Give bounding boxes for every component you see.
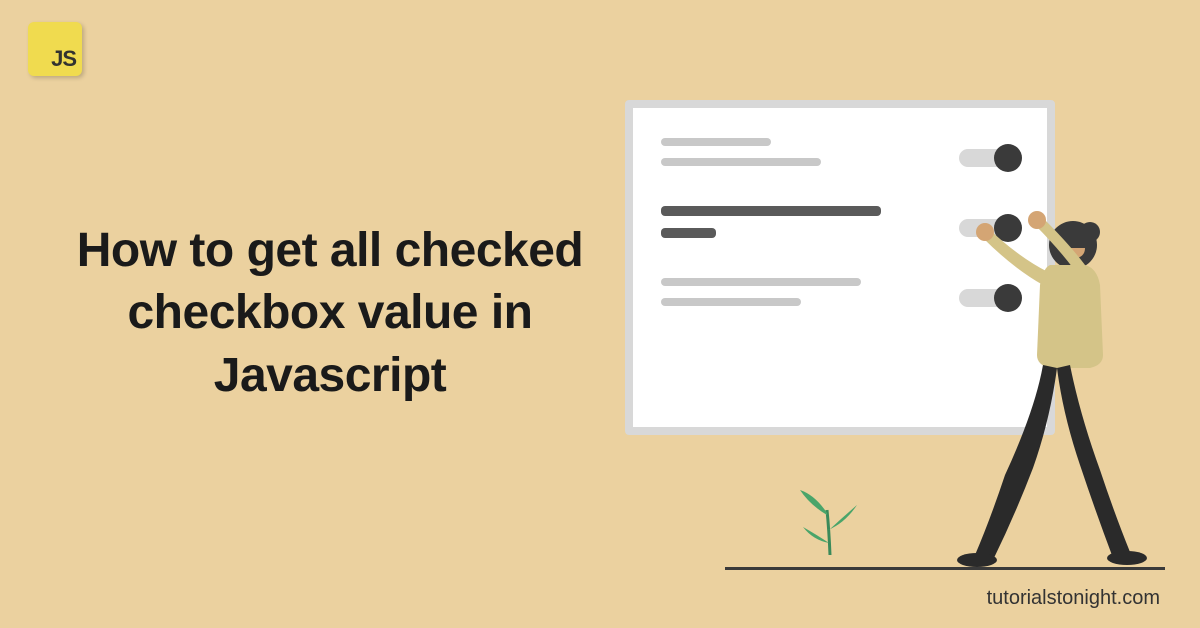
person-illustration [935, 210, 1155, 570]
card-row [661, 138, 1019, 178]
toggle-switch [959, 149, 1019, 167]
watermark-text: tutorialstonight.com [987, 587, 1160, 610]
plant-icon [785, 475, 875, 560]
js-logo-badge: JS [28, 22, 82, 76]
ground-line [725, 567, 1165, 570]
page-title: How to get all checked checkbox value in… [50, 220, 610, 407]
js-logo-text: JS [51, 46, 76, 72]
illustration-container [625, 100, 1145, 570]
